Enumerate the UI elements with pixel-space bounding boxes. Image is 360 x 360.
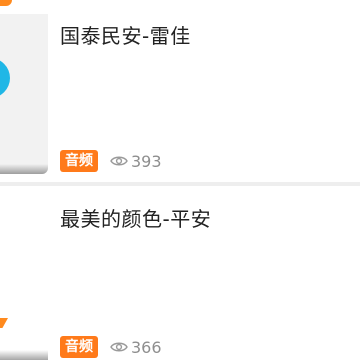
item-title[interactable]: 国泰民安-雷佳 — [60, 20, 191, 49]
thumbnail-shadow — [0, 164, 48, 174]
thumbnail[interactable] — [0, 186, 48, 360]
view-count: 366 — [131, 337, 162, 357]
list-item[interactable]: 国泰民安-雷佳 音频 393 — [0, 0, 360, 180]
view-count: 393 — [131, 151, 162, 171]
thumbnail-shape — [0, 318, 8, 328]
list-item[interactable]: 最美的颜色-平安 音频 366 — [0, 186, 360, 360]
item-meta: 音频 366 — [60, 336, 162, 358]
thumbnail-edge — [0, 0, 12, 6]
eye-icon — [110, 156, 128, 166]
audio-badge: 音频 — [60, 150, 98, 172]
eye-icon — [110, 342, 128, 352]
item-meta: 音频 393 — [60, 150, 162, 172]
thumbnail[interactable] — [0, 14, 48, 174]
thumbnail-shadow — [0, 350, 48, 360]
audio-badge: 音频 — [60, 336, 98, 358]
audio-list: 国泰民安-雷佳 音频 393 最美的颜色-平安 音频 366 — [0, 0, 360, 360]
item-title[interactable]: 最美的颜色-平安 — [60, 203, 211, 232]
thumbnail-shape — [0, 58, 10, 98]
